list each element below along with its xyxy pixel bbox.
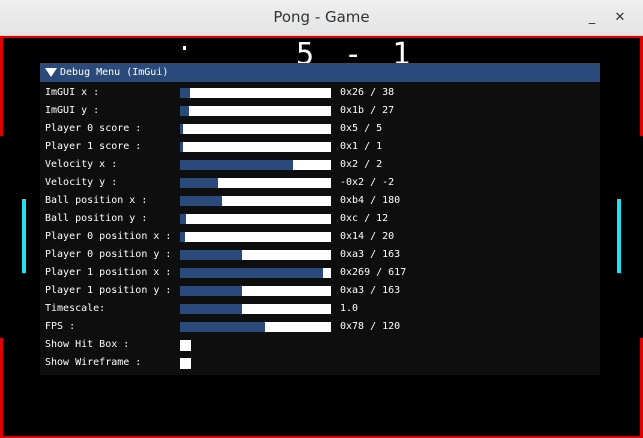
slider-track[interactable]: [180, 214, 331, 224]
slider-track[interactable]: [180, 286, 331, 296]
debug-row-label: Velocity x :: [45, 159, 118, 170]
slider-fill: [180, 160, 293, 170]
slider-track[interactable]: [180, 106, 331, 116]
debug-row: Player 0 position x : 0x14 / 20: [40, 228, 600, 246]
slider-track[interactable]: [180, 268, 331, 278]
debug-row: Player 1 score : 0x1 / 1: [40, 138, 600, 156]
window-titlebar: Pong - Game _ ✕: [0, 0, 643, 36]
slider-track[interactable]: [180, 250, 331, 260]
slider-track[interactable]: [180, 322, 331, 332]
debug-row-label: Player 1 position y :: [45, 285, 172, 296]
debug-row-value: 0x78 / 120: [340, 321, 401, 332]
left-wall-lower: [0, 338, 3, 438]
slider-fill: [180, 322, 265, 332]
debug-row: Ball position y : 0xc / 12: [40, 210, 600, 228]
slider-track[interactable]: [180, 304, 331, 314]
slider-fill: [180, 106, 189, 116]
debug-row-label: Ball position y :: [45, 213, 148, 224]
debug-row: FPS : 0x78 / 120: [40, 318, 600, 336]
debug-row-label: Ball position x :: [45, 195, 148, 206]
slider-fill: [180, 304, 242, 314]
slider-fill: [180, 214, 186, 224]
debug-row-value: 0xc / 12: [340, 213, 389, 224]
debug-row-label: Player 1 score :: [45, 141, 142, 152]
debug-row-label: FPS :: [45, 321, 76, 332]
debug-row-value: 0x26 / 38: [340, 87, 395, 98]
slider-track[interactable]: [180, 142, 331, 152]
slider-track[interactable]: [180, 196, 331, 206]
debug-row: ImGUI y : 0x1b / 27: [40, 102, 600, 120]
slider-track[interactable]: [180, 232, 331, 242]
debug-row: ImGUI x : 0x26 / 38: [40, 84, 600, 102]
slider-track[interactable]: [180, 88, 331, 98]
debug-row-value: 0xa3 / 163: [340, 285, 401, 296]
slider-fill: [180, 196, 222, 206]
slider-fill: [180, 268, 323, 278]
debug-row-label: ImGUI y :: [45, 105, 100, 116]
checkbox-label: Show Hit Box :: [45, 339, 130, 350]
slider-fill: [180, 142, 183, 152]
debug-checkbox-row: Show Hit Box :: [40, 336, 600, 354]
debug-row-value: 1.0: [340, 303, 359, 314]
debug-row-value: 0xa3 / 163: [340, 249, 401, 260]
debug-row: Velocity y : -0x2 / -2: [40, 174, 600, 192]
debug-row-value: 0x14 / 20: [340, 231, 395, 242]
debug-row-label: Player 0 score :: [45, 123, 142, 134]
debug-row: Velocity x : 0x2 / 2: [40, 156, 600, 174]
debug-menu-panel[interactable]: Debug Menu (ImGui) ImGUI x :0x26 / 38 ImG…: [40, 63, 600, 375]
slider-track[interactable]: [180, 124, 331, 134]
left-wall-upper: [0, 36, 3, 136]
collapse-triangle-icon[interactable]: [45, 68, 57, 77]
debug-row: Player 0 score : 0x5 / 5: [40, 120, 600, 138]
debug-row: Ball position x : 0xb4 / 180: [40, 192, 600, 210]
window-title: Pong - Game: [273, 8, 370, 26]
debug-row: Player 1 position x : 0x269 / 617: [40, 264, 600, 282]
debug-menu-header[interactable]: Debug Menu (ImGui): [40, 63, 600, 82]
debug-menu-title: Debug Menu (ImGui): [60, 67, 169, 78]
debug-row-label: Player 0 position x :: [45, 231, 172, 242]
checkbox-label: Show Wireframe :: [45, 357, 142, 368]
slider-fill: [180, 232, 185, 242]
debug-row-value: 0x5 / 5: [340, 123, 383, 134]
debug-row: Timescale: 1.0: [40, 300, 600, 318]
slider-fill: [180, 250, 242, 260]
debug-row-value: 0x1 / 1: [340, 141, 383, 152]
debug-row-label: Timescale:: [45, 303, 106, 314]
debug-row: Player 0 position y : 0xa3 / 163: [40, 246, 600, 264]
debug-checkbox-row: Show Wireframe :: [40, 354, 600, 372]
debug-row-label: ImGUI x :: [45, 87, 100, 98]
debug-row-value: 0x1b / 27: [340, 105, 395, 116]
debug-row-value: -0x2 / -2: [340, 177, 395, 188]
close-icon[interactable]: ✕: [610, 8, 630, 28]
slider-fill: [180, 286, 242, 296]
debug-row-label: Velocity y :: [45, 177, 118, 188]
debug-row: Player 1 position y : 0xa3 / 163: [40, 282, 600, 300]
slider-track[interactable]: [180, 178, 331, 188]
slider-track[interactable]: [180, 160, 331, 170]
slider-fill: [180, 124, 183, 134]
debug-row-value: 0xb4 / 180: [340, 195, 401, 206]
debug-row-label: Player 1 position x :: [45, 267, 172, 278]
player-0-paddle: [22, 199, 26, 273]
minimize-icon[interactable]: _: [582, 8, 602, 28]
center-line-mark: [183, 46, 186, 50]
slider-fill: [180, 178, 218, 188]
checkbox[interactable]: [180, 340, 191, 351]
slider-fill: [180, 88, 190, 98]
checkbox[interactable]: [180, 358, 191, 369]
debug-row-value: 0x2 / 2: [340, 159, 383, 170]
debug-row-label: Player 0 position y :: [45, 249, 172, 260]
debug-row-value: 0x269 / 617: [340, 267, 407, 278]
game-canvas: 5 - 1 Debug Menu (ImGui) ImGUI x :0x26 /…: [0, 36, 643, 438]
player-1-paddle: [617, 199, 621, 273]
